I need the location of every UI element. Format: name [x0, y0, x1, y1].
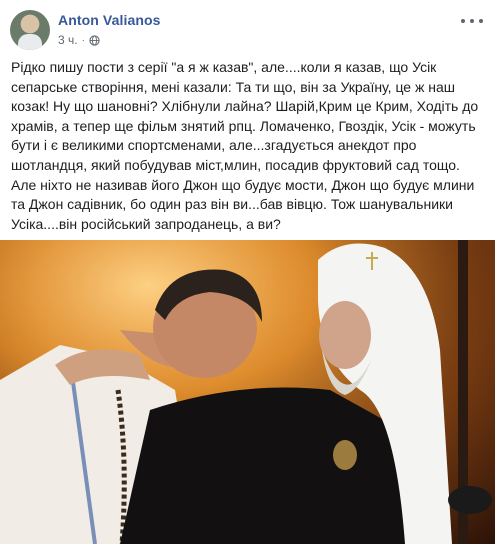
- priest-face: [319, 301, 371, 369]
- author-name[interactable]: Anton Valianos: [58, 12, 161, 28]
- more-dot: [461, 19, 465, 23]
- more-options-icon[interactable]: [461, 14, 483, 28]
- medallion: [333, 440, 357, 470]
- microphone: [448, 486, 492, 514]
- photo-illustration: [0, 240, 495, 544]
- globe-icon[interactable]: [89, 34, 100, 46]
- post-text: Рідко пишу пости з серії "а я ж казав", …: [11, 59, 479, 232]
- post-timestamp[interactable]: 3 ч.: [58, 33, 78, 47]
- post-header: Anton Valianos 3 ч. ·: [0, 0, 495, 56]
- facebook-post: Anton Valianos 3 ч. · Рідко пишу пости з…: [0, 0, 495, 544]
- post-photo[interactable]: [0, 240, 495, 544]
- post-meta: 3 ч. ·: [58, 33, 100, 47]
- meta-separator: ·: [81, 34, 85, 46]
- author-avatar[interactable]: [10, 10, 50, 50]
- more-dot: [479, 19, 483, 23]
- more-dot: [470, 19, 474, 23]
